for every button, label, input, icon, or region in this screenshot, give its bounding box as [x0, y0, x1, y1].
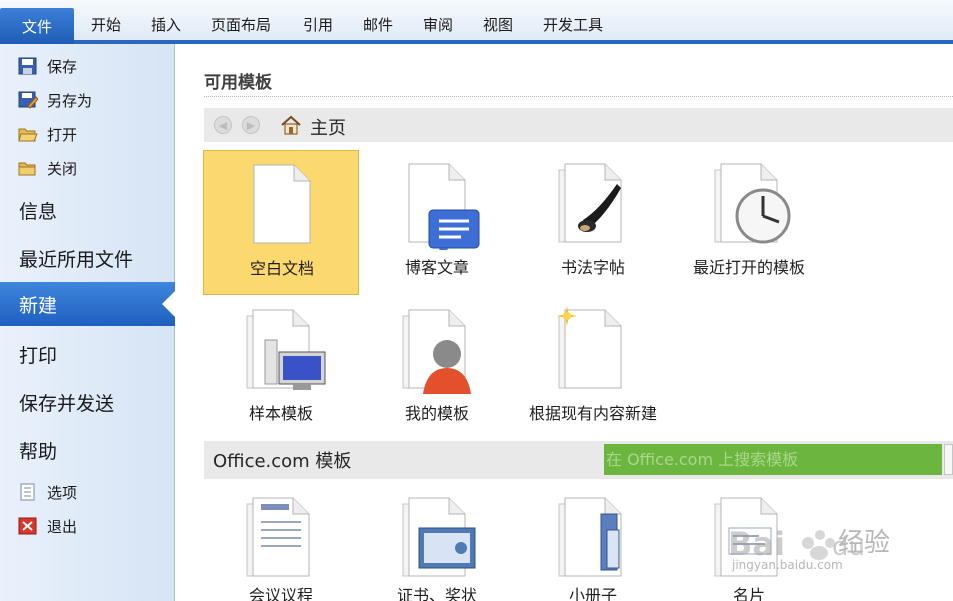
template-label: 样本模板 — [248, 404, 313, 423]
save-as-label: 另存为 — [47, 91, 93, 110]
menu-new[interactable]: 新建 — [0, 282, 176, 326]
calligraphy-icon — [558, 163, 622, 243]
search-button[interactable] — [944, 444, 953, 475]
tab-view[interactable]: 视图 — [483, 14, 513, 35]
template-from-existing[interactable]: 根据现有内容新建 — [515, 296, 671, 441]
certificate-icon — [402, 497, 476, 577]
divider — [204, 96, 953, 97]
watermark-url: jingyan.baidu.com — [732, 558, 843, 572]
template-label: 书法字帖 — [560, 258, 625, 277]
tab-file[interactable]: 文件 — [0, 8, 74, 44]
forward-arrow-icon[interactable]: ▶ — [242, 116, 260, 134]
open-label: 打开 — [47, 125, 78, 144]
office-search-input[interactable]: 在 Office.com 上搜索模板 — [604, 444, 942, 475]
menu-help[interactable]: 帮助 — [19, 437, 57, 464]
save-label: 保存 — [47, 57, 78, 76]
recent-templates-icon — [714, 163, 791, 244]
template-certificate[interactable]: 证书、奖状 — [359, 484, 515, 601]
template-booklet[interactable]: 小册子 — [515, 484, 671, 601]
template-label: 最近打开的模板 — [692, 258, 805, 277]
template-label: 会议议程 — [248, 586, 313, 601]
booklet-icon — [558, 497, 622, 577]
close-command[interactable]: 关闭 — [18, 155, 77, 181]
template-label: 博客文章 — [404, 258, 469, 277]
template-nav-bar: ◀ ▶ 主页 — [204, 108, 953, 142]
sample-templates-icon — [246, 309, 326, 390]
template-recent[interactable]: 最近打开的模板 — [671, 150, 827, 295]
template-my[interactable]: 我的模板 — [359, 296, 515, 441]
template-label: 我的模板 — [404, 404, 469, 423]
office-templates-title: Office.com 模板 — [213, 451, 352, 472]
tab-home[interactable]: 开始 — [91, 14, 121, 35]
blog-post-icon — [408, 163, 480, 250]
exit-label: 退出 — [47, 517, 78, 536]
tab-insert[interactable]: 插入 — [151, 14, 181, 35]
open-folder-icon — [18, 125, 38, 143]
close-folder-icon — [18, 159, 38, 177]
menu-recent[interactable]: 最近所用文件 — [19, 245, 133, 272]
menu-info[interactable]: 信息 — [19, 197, 57, 224]
options-label: 选项 — [47, 483, 78, 502]
ribbon-tab-bar: 文件 开始 插入 页面布局 引用 邮件 审阅 视图 开发工具 — [0, 0, 953, 44]
watermark-text: 经验 — [838, 528, 891, 558]
template-agenda[interactable]: 会议议程 — [203, 484, 359, 601]
tab-page-layout[interactable]: 页面布局 — [211, 14, 271, 35]
tab-mailings[interactable]: 邮件 — [363, 14, 393, 35]
exit-command[interactable]: 退出 — [18, 513, 77, 539]
template-label: 空白文档 — [249, 259, 314, 278]
template-calligraphy[interactable]: 书法字帖 — [515, 150, 671, 295]
menu-save-send[interactable]: 保存并发送 — [19, 389, 114, 416]
my-templates-icon — [402, 309, 471, 394]
breadcrumb-home: 主页 — [310, 118, 346, 139]
template-label: 小册子 — [568, 586, 617, 601]
save-as-icon — [18, 91, 39, 109]
options-icon — [18, 483, 38, 501]
template-samples[interactable]: 样本模板 — [203, 296, 359, 441]
page-title: 可用模板 — [204, 73, 272, 93]
save-as-command[interactable]: 另存为 — [18, 87, 92, 113]
blank-document-icon — [253, 164, 311, 244]
tab-developer[interactable]: 开发工具 — [543, 14, 603, 35]
template-label: 根据现有内容新建 — [528, 404, 657, 423]
new-from-existing-icon — [557, 306, 622, 389]
tab-review[interactable]: 审阅 — [423, 14, 453, 35]
exit-icon — [18, 517, 38, 535]
back-arrow-icon[interactable]: ◀ — [214, 116, 232, 134]
save-icon — [18, 57, 38, 75]
home-icon[interactable] — [280, 114, 302, 136]
agenda-icon — [246, 497, 310, 577]
backstage-menu: 保存 另存为 打开 关闭 信息 最近所用文件 新建 打印 保存并发送 帮助 选项… — [0, 44, 176, 601]
template-blog-post[interactable]: 博客文章 — [359, 150, 515, 295]
template-blank-document[interactable]: 空白文档 — [203, 150, 359, 295]
template-label: 证书、奖状 — [396, 586, 477, 601]
menu-print[interactable]: 打印 — [19, 341, 57, 368]
baidu-watermark-icon: Bai du — [728, 525, 865, 563]
tab-references[interactable]: 引用 — [303, 14, 333, 35]
options-command[interactable]: 选项 — [18, 479, 77, 505]
open-command[interactable]: 打开 — [18, 121, 77, 147]
close-label: 关闭 — [47, 159, 78, 178]
save-command[interactable]: 保存 — [18, 53, 77, 79]
